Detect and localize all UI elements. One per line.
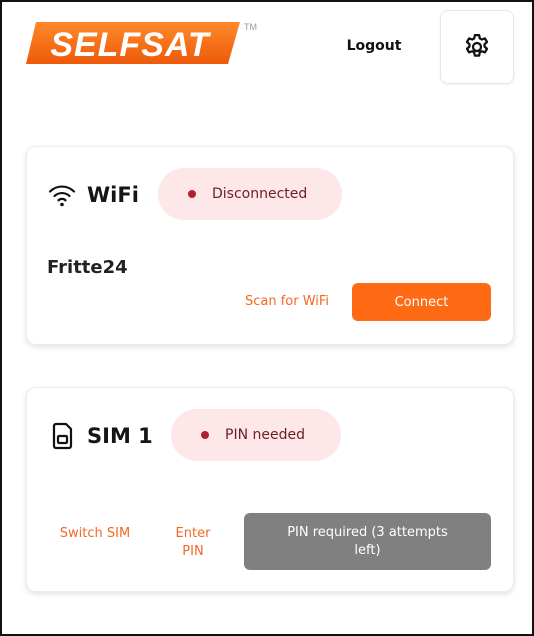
logo-wordmark: SELFSAT: [50, 26, 212, 64]
scan-wifi-button[interactable]: Scan for WiFi: [237, 293, 337, 311]
enter-pin-button[interactable]: Enter PIN: [163, 525, 223, 561]
settings-button[interactable]: [440, 10, 514, 84]
wifi-network-name: Fritte24: [47, 257, 128, 278]
switch-sim-button[interactable]: Switch SIM: [57, 525, 133, 543]
sim-status-text: PIN needed: [225, 427, 305, 443]
wifi-icon: [48, 185, 76, 207]
gear-icon: [465, 34, 489, 57]
sim-status-badge: PIN needed: [171, 409, 341, 461]
pin-required-button[interactable]: PIN required (3 attempts left): [244, 513, 491, 570]
selfsat-logo-graphic: SELFSAT TM: [26, 22, 257, 64]
wifi-title: WiFi: [87, 183, 139, 207]
trademark-mark: TM: [244, 22, 257, 32]
status-dot: [188, 190, 196, 198]
sim-title: SIM 1: [87, 424, 153, 448]
connect-button[interactable]: Connect: [352, 283, 491, 321]
wifi-card: WiFi Disconnected Fritte24 Scan for WiFi…: [26, 146, 514, 345]
app-frame: SELFSAT TM Logout WiFi Disconnected Frit…: [0, 0, 534, 636]
logout-button[interactable]: Logout: [339, 38, 409, 54]
wifi-title-row: WiFi: [47, 177, 139, 213]
selfsat-logo: SELFSAT TM: [26, 18, 266, 72]
status-dot: [201, 431, 209, 439]
wifi-status-badge: Disconnected: [158, 168, 342, 220]
sim-title-row: SIM 1: [47, 418, 153, 454]
wifi-status-text: Disconnected: [212, 186, 308, 202]
sim-card: SIM 1 PIN needed Switch SIM Enter PIN PI…: [26, 387, 514, 592]
sim-card-icon: [52, 422, 73, 450]
